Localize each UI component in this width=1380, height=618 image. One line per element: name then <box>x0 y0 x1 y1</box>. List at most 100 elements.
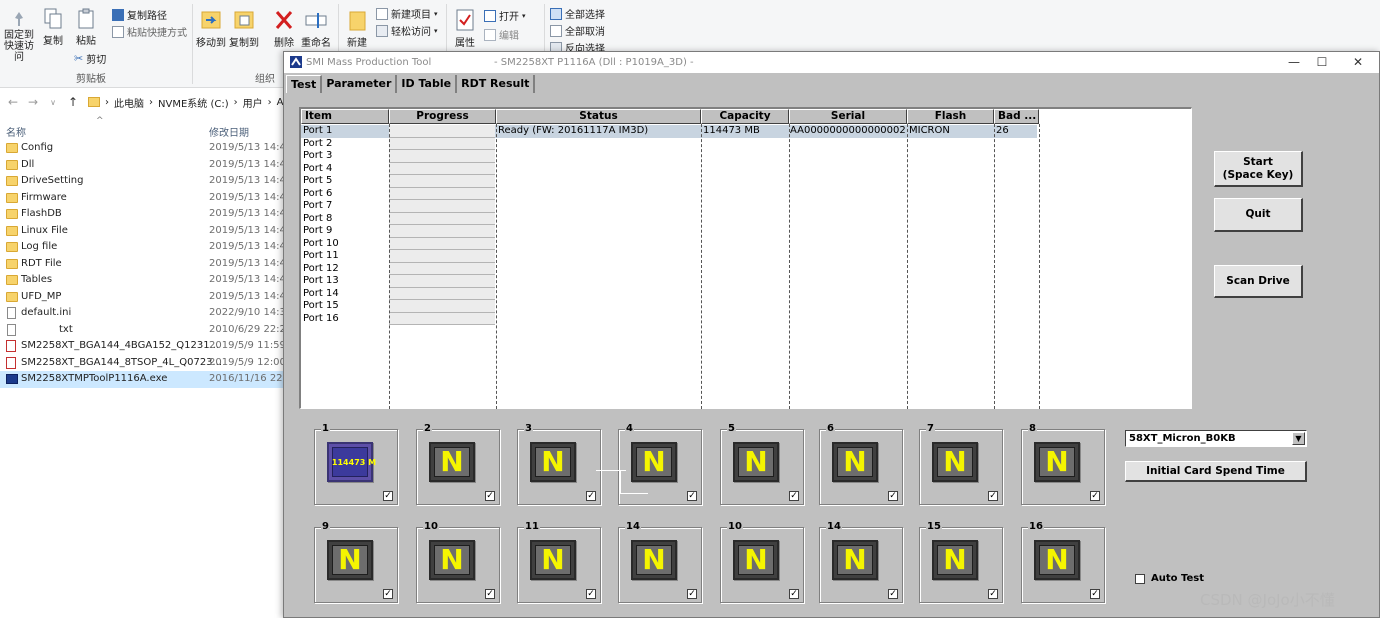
grid-row[interactable]: Port 3 <box>301 150 1191 163</box>
quit-button[interactable]: Quit <box>1214 198 1303 232</box>
properties-button[interactable]: 属性 <box>450 8 480 49</box>
tab-id-table[interactable]: ID Table <box>397 75 458 93</box>
port-tile[interactable]: 11 N ✓ <box>517 521 601 603</box>
history-chevron-icon[interactable]: ∨ <box>46 98 60 107</box>
grid-row[interactable]: Port 2 <box>301 138 1191 151</box>
port-tile[interactable]: 3 N ✓ <box>517 423 601 505</box>
port-enable-checkbox[interactable]: ✓ <box>988 589 998 599</box>
grid-row[interactable]: Port 11 <box>301 250 1191 263</box>
file-row[interactable]: default.ini 2022/9/10 14:33 <box>0 305 292 322</box>
port-tile[interactable]: 1 114473 M ✓ <box>314 423 398 505</box>
copy-path-button[interactable]: 复制路径 <box>112 7 167 22</box>
file-row[interactable]: RDT File 2019/5/13 14:41 <box>0 256 292 273</box>
maximize-button[interactable]: ☐ <box>1308 54 1336 70</box>
file-row[interactable]: SM2258XTMPToolP1116A.exe 2016/11/16 22:3 <box>0 371 292 388</box>
port-tile[interactable]: 7 N ✓ <box>919 423 1003 505</box>
file-row[interactable]: Linux File 2019/5/13 14:41 <box>0 223 292 240</box>
file-row[interactable]: Firmware 2019/5/13 14:41 <box>0 190 292 207</box>
file-row[interactable]: UFD_MP 2019/5/13 14:41 <box>0 289 292 306</box>
column-header-status[interactable]: Status <box>496 109 701 124</box>
window-titlebar[interactable]: SMI Mass Production Tool - SM2258XT P111… <box>284 52 1379 73</box>
grid-row[interactable]: Port 7 <box>301 200 1191 213</box>
breadcrumb-item[interactable]: 此电脑 <box>114 95 144 110</box>
move-to-button[interactable]: 移动到 <box>196 8 226 49</box>
file-row[interactable]: SM2258XT_BGA144_4BGA152_Q1231... 2019/5/9… <box>0 338 290 355</box>
tab-test[interactable]: Test <box>286 75 323 93</box>
cut-button[interactable]: ✂ 剪切 <box>74 51 106 66</box>
port-enable-checkbox[interactable]: ✓ <box>789 491 799 501</box>
port-enable-checkbox[interactable]: ✓ <box>1090 589 1100 599</box>
port-enable-checkbox[interactable]: ✓ <box>383 589 393 599</box>
file-row[interactable]: txt 2010/6/29 22:23 <box>0 322 292 339</box>
port-tile[interactable]: 16 N ✓ <box>1021 521 1105 603</box>
file-row[interactable]: Config 2019/5/13 14:41 <box>0 140 292 157</box>
port-tile[interactable]: 8 N ✓ <box>1021 423 1105 505</box>
file-row[interactable]: Log file 2019/5/13 14:41 <box>0 239 292 256</box>
auto-test-checkbox[interactable]: Auto Test <box>1135 573 1204 584</box>
grid-row[interactable]: Port 5 <box>301 175 1191 188</box>
port-enable-checkbox[interactable]: ✓ <box>485 589 495 599</box>
port-tile[interactable]: 14 N ✓ <box>819 521 903 603</box>
port-enable-checkbox[interactable]: ✓ <box>687 589 697 599</box>
port-tile[interactable]: 14 N ✓ <box>618 521 702 603</box>
breadcrumb[interactable]: › 此电脑 › NVME系统 (C:) › 用户 › A <box>88 95 283 110</box>
edit-button[interactable]: 编辑 <box>484 27 519 42</box>
column-header-flash[interactable]: Flash <box>907 109 994 124</box>
column-header-date[interactable]: 修改日期 <box>209 124 249 139</box>
copy-button[interactable]: 复制 <box>40 8 66 47</box>
checkbox-box[interactable] <box>1135 573 1145 584</box>
grid-row[interactable]: Port 12 <box>301 263 1191 276</box>
column-header-serial[interactable]: Serial <box>789 109 907 124</box>
port-enable-checkbox[interactable]: ✓ <box>888 491 898 501</box>
grid-row[interactable]: Port 1 Ready (FW: 20161117A IM3D) 114473 M… <box>301 125 1191 138</box>
port-tile[interactable]: 10 N ✓ <box>416 521 500 603</box>
pin-quick-access-button[interactable]: 固定到快速访问 <box>0 10 38 63</box>
port-enable-checkbox[interactable]: ✓ <box>687 491 697 501</box>
open-button[interactable]: 打开 ▾ <box>484 8 526 23</box>
back-arrow-icon[interactable]: ← <box>6 95 20 109</box>
port-tile[interactable]: 6 N ✓ <box>819 423 903 505</box>
port-enable-checkbox[interactable]: ✓ <box>586 589 596 599</box>
grid-row[interactable]: Port 10 <box>301 238 1191 251</box>
port-enable-checkbox[interactable]: ✓ <box>586 491 596 501</box>
grid-row[interactable]: Port 9 <box>301 225 1191 238</box>
file-row[interactable]: FlashDB 2019/5/13 14:41 <box>0 206 292 223</box>
column-header-progress[interactable]: Progress <box>389 109 496 124</box>
delete-button[interactable]: 删除 <box>270 8 298 49</box>
breadcrumb-item[interactable]: NVME系统 (C:) <box>158 95 229 110</box>
up-arrow-icon[interactable]: ↑ <box>66 95 80 109</box>
close-button[interactable]: ✕ <box>1344 54 1372 70</box>
new-folder-button[interactable]: 新建 <box>344 8 370 49</box>
start-button[interactable]: Start (Space Key) <box>1214 151 1303 187</box>
port-enable-checkbox[interactable]: ✓ <box>789 589 799 599</box>
minimize-button[interactable]: — <box>1280 54 1308 70</box>
easy-access-button[interactable]: 轻松访问 ▾ <box>376 23 438 38</box>
port-tile[interactable]: 9 N ✓ <box>314 521 398 603</box>
port-enable-checkbox[interactable]: ✓ <box>1090 491 1100 501</box>
file-row[interactable]: DriveSetting 2019/5/13 14:41 <box>0 173 292 190</box>
file-row[interactable]: SM2258XT_BGA144_8TSOP_4L_Q0723... 2019/5/… <box>0 355 290 372</box>
grid-row[interactable]: Port 15 <box>301 300 1191 313</box>
tab-parameter[interactable]: Parameter <box>322 75 398 93</box>
grid-row[interactable]: Port 13 <box>301 275 1191 288</box>
port-tile[interactable]: 2 N ✓ <box>416 423 500 505</box>
port-enable-checkbox[interactable]: ✓ <box>888 589 898 599</box>
port-tile[interactable]: 15 N ✓ <box>919 521 1003 603</box>
column-header-name[interactable]: 名称 <box>6 124 26 139</box>
paste-button[interactable]: 粘贴 <box>72 8 100 47</box>
grid-row[interactable]: Port 8 <box>301 213 1191 226</box>
scan-drive-button[interactable]: Scan Drive <box>1214 265 1303 298</box>
grid-row[interactable]: Port 14 <box>301 288 1191 301</box>
paste-shortcut-button[interactable]: 粘贴快捷方式 <box>112 24 187 39</box>
port-enable-checkbox[interactable]: ✓ <box>485 491 495 501</box>
grid-row[interactable]: Port 4 <box>301 163 1191 176</box>
file-row[interactable]: Tables 2019/5/13 14:41 <box>0 272 292 289</box>
port-tile[interactable]: 5 N ✓ <box>720 423 804 505</box>
initial-card-spend-time-button[interactable]: Initial Card Spend Time <box>1125 461 1307 482</box>
breadcrumb-item[interactable]: 用户 <box>243 95 263 110</box>
new-item-button[interactable]: 新建项目 ▾ <box>376 6 438 21</box>
tab-rdt-result[interactable]: RDT Result <box>457 75 536 93</box>
rename-button[interactable]: 重命名 <box>300 8 332 49</box>
chevron-down-icon[interactable]: ▼ <box>1292 432 1305 445</box>
column-header-capacity[interactable]: Capacity <box>701 109 789 124</box>
